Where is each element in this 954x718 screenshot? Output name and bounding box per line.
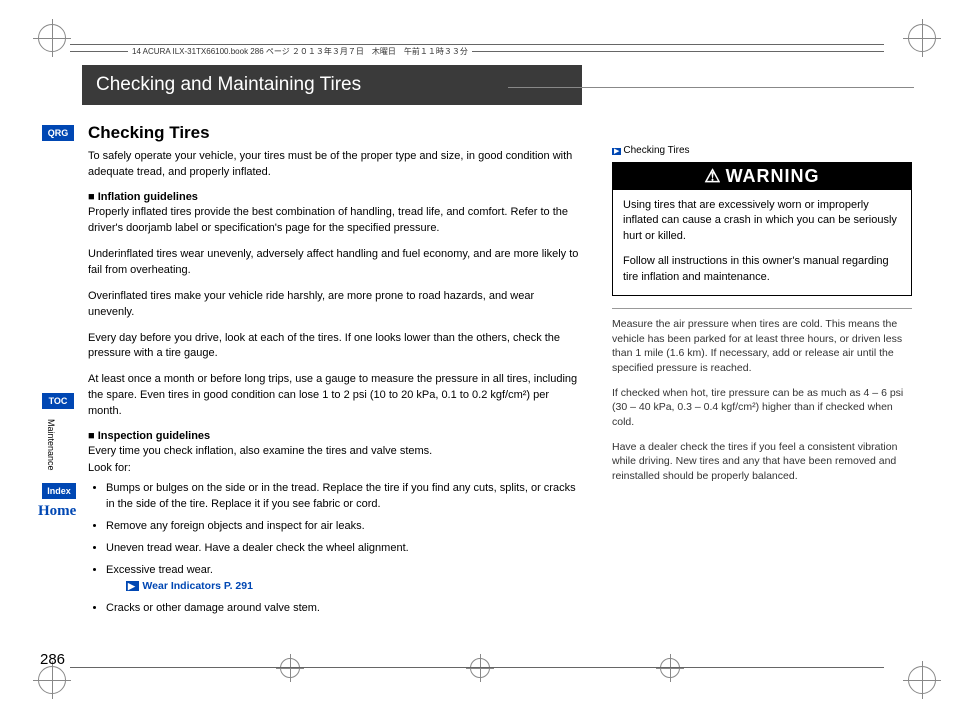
inspection-heading: Inspection guidelines: [88, 430, 582, 442]
body-paragraph: Every time you check inflation, also exa…: [88, 444, 582, 460]
list-item: Cracks or other damage around valve stem…: [106, 601, 582, 617]
registration-mark-icon: [660, 658, 680, 678]
warning-text: Using tires that are excessively worn or…: [623, 198, 901, 244]
tab-index[interactable]: Index: [42, 483, 76, 499]
inflation-heading: Inflation guidelines: [88, 191, 582, 203]
note-paragraph: If checked when hot, tire pressure can b…: [612, 386, 912, 430]
list-item: Remove any foreign objects and inspect f…: [106, 519, 582, 535]
sidebar-crossref: Checking Tires: [612, 145, 912, 156]
body-paragraph: At least once a month or before long tri…: [88, 372, 582, 420]
sidebar-content: Checking Tires WARNING Using tires that …: [612, 65, 912, 623]
inspection-list: Bumps or bulges on the side or in the tr…: [106, 481, 582, 617]
list-item: Bumps or bulges on the side or in the tr…: [106, 481, 582, 513]
body-paragraph: Underinflated tires wear unevenly, adver…: [88, 247, 582, 279]
list-item: Excessive tread wear. Wear Indicators P.…: [106, 563, 582, 595]
warning-text: Follow all instructions in this owner's …: [623, 254, 901, 285]
registration-mark-icon: [38, 24, 66, 52]
cross-reference-link[interactable]: Wear Indicators P. 291: [126, 580, 253, 592]
list-item: Uneven tread wear. Have a dealer check t…: [106, 541, 582, 557]
home-link[interactable]: Home: [38, 503, 76, 520]
registration-mark-icon: [38, 666, 66, 694]
page-title: Checking Tires: [88, 123, 582, 143]
body-paragraph: Every day before you drive, look at each…: [88, 331, 582, 363]
intro-paragraph: To safely operate your vehicle, your tir…: [88, 149, 582, 181]
header-metadata: 14 ACURA ILX-31TX66100.book 286 ページ ２０１３…: [128, 46, 472, 57]
side-notes: Measure the air pressure when tires are …: [612, 308, 912, 484]
list-item-text: Excessive tread wear.: [106, 564, 213, 576]
page-number: 286: [40, 651, 65, 668]
registration-mark-icon: [280, 658, 300, 678]
warning-box: WARNING Using tires that are excessively…: [612, 162, 912, 296]
sidebar-tabs: QRG TOC Maintenance Index Home: [42, 125, 76, 520]
note-paragraph: Measure the air pressure when tires are …: [612, 317, 912, 376]
warning-title: WARNING: [613, 163, 911, 190]
section-title: Checking and Maintaining Tires: [82, 65, 582, 105]
footer-rule: [70, 667, 884, 668]
registration-mark-icon: [908, 24, 936, 52]
tab-qrg[interactable]: QRG: [42, 125, 74, 141]
tab-toc[interactable]: TOC: [42, 393, 74, 409]
body-paragraph: Properly inflated tires provide the best…: [88, 205, 582, 237]
note-paragraph: Have a dealer check the tires if you fee…: [612, 440, 912, 484]
registration-mark-icon: [470, 658, 490, 678]
body-paragraph: Look for:: [88, 461, 582, 477]
main-content: Checking and Maintaining Tires Checking …: [88, 65, 582, 623]
section-label: Maintenance: [46, 413, 56, 483]
registration-mark-icon: [908, 666, 936, 694]
body-paragraph: Overinflated tires make your vehicle rid…: [88, 289, 582, 321]
